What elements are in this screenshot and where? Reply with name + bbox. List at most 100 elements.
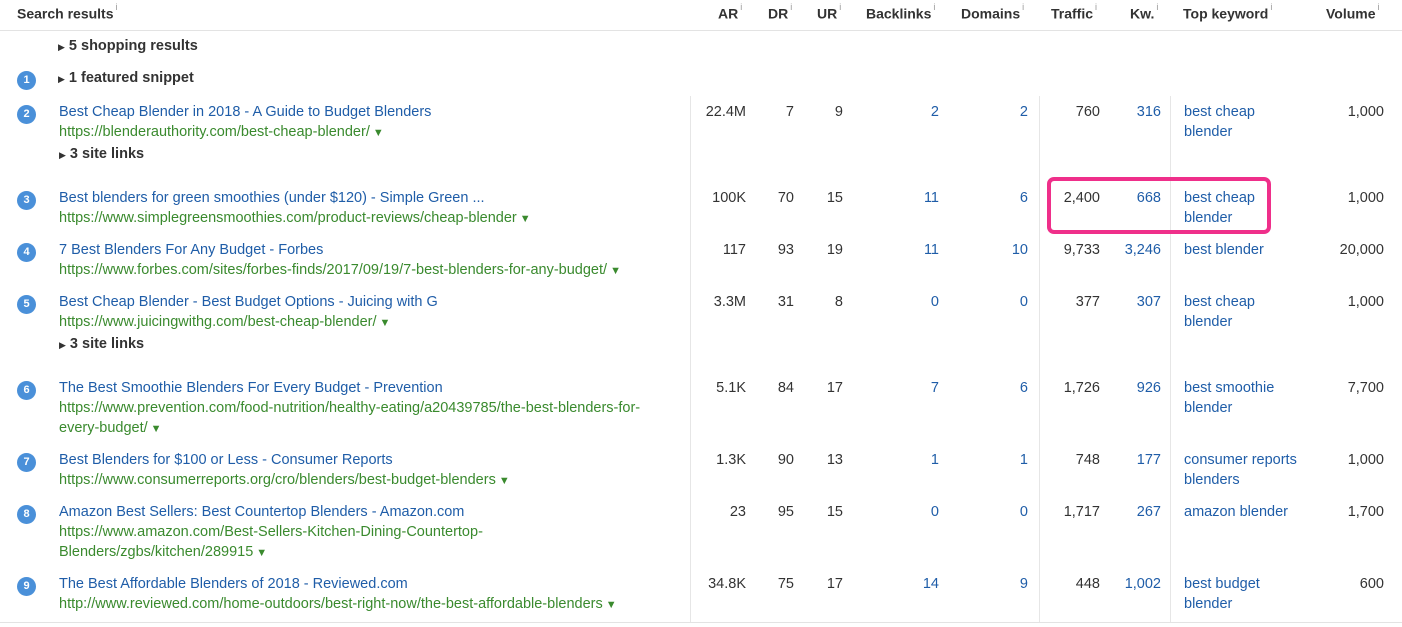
triangle-right-icon: ▶ [59, 340, 66, 350]
position-badge: 8 [17, 505, 36, 524]
col-dr[interactable]: DR i [768, 2, 792, 22]
info-icon[interactable]: i [1378, 2, 1380, 12]
cell-volume: 600 [1359, 576, 1384, 592]
result-url[interactable]: https://www.prevention.com/food-nutritio… [59, 400, 640, 416]
result-url[interactable]: https://www.consumerreports.org/cro/blen… [59, 472, 510, 488]
cell-domains[interactable]: 0 [1020, 294, 1028, 310]
top-keyword-link[interactable]: amazon blender [1184, 504, 1288, 520]
cell-kw[interactable]: 316 [1137, 104, 1161, 120]
info-icon[interactable]: i [1156, 2, 1158, 12]
caret-down-icon[interactable]: ▼ [380, 317, 391, 329]
result-url[interactable]: Blenders/zgbs/kitchen/289915 ▼ [59, 544, 267, 560]
result-url[interactable]: https://www.forbes.com/sites/forbes-find… [59, 262, 621, 278]
top-keyword-link[interactable]: blender [1184, 314, 1232, 330]
cell-domains[interactable]: 6 [1020, 190, 1028, 206]
cell-domains[interactable]: 2 [1020, 104, 1028, 120]
result-title-link[interactable]: Best Cheap Blender in 2018 - A Guide to … [59, 104, 431, 120]
cell-domains[interactable]: 0 [1020, 504, 1028, 520]
featured-snippet-toggle[interactable]: ▶ 1 featured snippet [58, 70, 194, 86]
top-keyword-link[interactable]: consumer reports [1184, 452, 1297, 468]
caret-down-icon[interactable]: ▼ [606, 599, 617, 611]
cell-domains[interactable]: 10 [1012, 242, 1028, 258]
cell-backlinks[interactable]: 0 [931, 504, 939, 520]
site-links-toggle[interactable]: ▶ 3 site links [59, 336, 144, 352]
position-badge: 9 [17, 577, 36, 596]
col-search-results[interactable]: Search results i [17, 2, 118, 22]
result-url[interactable]: https://www.juicingwithg.com/best-cheap-… [59, 314, 390, 330]
result-url[interactable]: https://www.amazon.com/Best-Sellers-Kitc… [59, 524, 483, 540]
caret-down-icon[interactable]: ▼ [610, 265, 621, 277]
cell-volume: 1,700 [1347, 504, 1384, 520]
caret-down-icon[interactable]: ▼ [520, 213, 531, 225]
result-title-link[interactable]: Best blenders for green smoothies (under… [59, 190, 485, 206]
table-header: Search results i AR i DR i UR i Backlinks i D… [0, 0, 1402, 31]
info-icon[interactable]: i [1095, 2, 1097, 12]
info-icon[interactable]: i [1270, 2, 1272, 12]
position-badge: 2 [17, 105, 36, 124]
result-title-link[interactable]: The Best Smoothie Blenders For Every Bud… [59, 380, 443, 396]
cell-domains[interactable]: 9 [1020, 576, 1028, 592]
shopping-results-toggle[interactable]: ▶ 5 shopping results [58, 38, 198, 54]
cell-ur: 15 [826, 504, 843, 520]
top-keyword-link[interactable]: blender [1184, 400, 1232, 416]
top-keyword-link[interactable]: blender [1184, 596, 1232, 612]
result-title-link[interactable]: Best Cheap Blender - Best Budget Options… [59, 294, 438, 310]
top-keyword-link[interactable]: blenders [1184, 472, 1240, 488]
result-title-link[interactable]: Amazon Best Sellers: Best Countertop Ble… [59, 504, 464, 520]
cell-kw[interactable]: 926 [1137, 380, 1161, 396]
result-title-link[interactable]: The Best Affordable Blenders of 2018 - R… [59, 576, 408, 592]
top-keyword-link[interactable]: best blender [1184, 242, 1264, 258]
col-ur[interactable]: UR i [817, 2, 841, 22]
cell-ar: 5.1K [716, 380, 746, 396]
col-traffic[interactable]: Traffic i [1051, 2, 1097, 22]
cell-kw[interactable]: 1,002 [1125, 576, 1161, 592]
info-icon[interactable]: i [790, 2, 792, 12]
col-ar[interactable]: AR i [718, 2, 742, 22]
result-url[interactable]: https://blenderauthority.com/best-cheap-… [59, 124, 384, 140]
cell-domains[interactable]: 1 [1020, 452, 1028, 468]
cell-kw[interactable]: 307 [1137, 294, 1161, 310]
top-keyword-link[interactable]: blender [1184, 124, 1232, 140]
cell-backlinks[interactable]: 1 [931, 452, 939, 468]
cell-backlinks[interactable]: 0 [931, 294, 939, 310]
top-keyword-link[interactable]: best budget [1184, 576, 1260, 592]
col-top-keyword[interactable]: Top keyword i [1183, 2, 1272, 22]
result-title-link[interactable]: 7 Best Blenders For Any Budget - Forbes [59, 242, 323, 258]
cell-kw[interactable]: 267 [1137, 504, 1161, 520]
col-kw[interactable]: Kw. i [1130, 2, 1158, 22]
cell-kw[interactable]: 3,246 [1125, 242, 1161, 258]
result-url[interactable]: https://www.simplegreensmoothies.com/pro… [59, 210, 531, 226]
site-links-label: 3 site links [69, 336, 145, 352]
cell-ur: 9 [834, 104, 843, 120]
column-divider [1039, 96, 1040, 622]
site-links-toggle[interactable]: ▶ 3 site links [59, 146, 144, 162]
col-domains[interactable]: Domains i [961, 2, 1024, 22]
col-volume[interactable]: Volume i [1326, 2, 1380, 22]
info-icon[interactable]: i [839, 2, 841, 12]
top-keyword-link[interactable]: best cheap [1184, 104, 1255, 120]
info-icon[interactable]: i [740, 2, 742, 12]
cell-backlinks[interactable]: 14 [923, 576, 939, 592]
cell-kw[interactable]: 177 [1137, 452, 1161, 468]
cell-backlinks[interactable]: 7 [931, 380, 939, 396]
caret-down-icon[interactable]: ▼ [499, 475, 510, 487]
caret-down-icon[interactable]: ▼ [151, 423, 162, 435]
cell-backlinks[interactable]: 11 [924, 190, 939, 206]
cell-backlinks[interactable]: 11 [924, 242, 939, 258]
cell-traffic: 1,717 [1063, 504, 1100, 520]
result-url[interactable]: every-budget/▼ [59, 420, 162, 436]
info-icon[interactable]: i [1022, 2, 1024, 12]
cell-backlinks[interactable]: 2 [931, 104, 939, 120]
caret-down-icon[interactable]: ▼ [256, 547, 267, 559]
cell-volume: 1,000 [1347, 294, 1384, 310]
info-icon[interactable]: i [933, 2, 935, 12]
result-title-link[interactable]: Best Blenders for $100 or Less - Consume… [59, 452, 393, 468]
top-keyword-link[interactable]: best cheap [1184, 294, 1255, 310]
result-url[interactable]: http://www.reviewed.com/home-outdoors/be… [59, 596, 617, 612]
col-backlinks[interactable]: Backlinks i [866, 2, 935, 22]
caret-down-icon[interactable]: ▼ [373, 127, 384, 139]
triangle-right-icon: ▶ [59, 150, 66, 160]
info-icon[interactable]: i [116, 2, 118, 12]
top-keyword-link[interactable]: best smoothie [1184, 380, 1274, 396]
cell-domains[interactable]: 6 [1020, 380, 1028, 396]
